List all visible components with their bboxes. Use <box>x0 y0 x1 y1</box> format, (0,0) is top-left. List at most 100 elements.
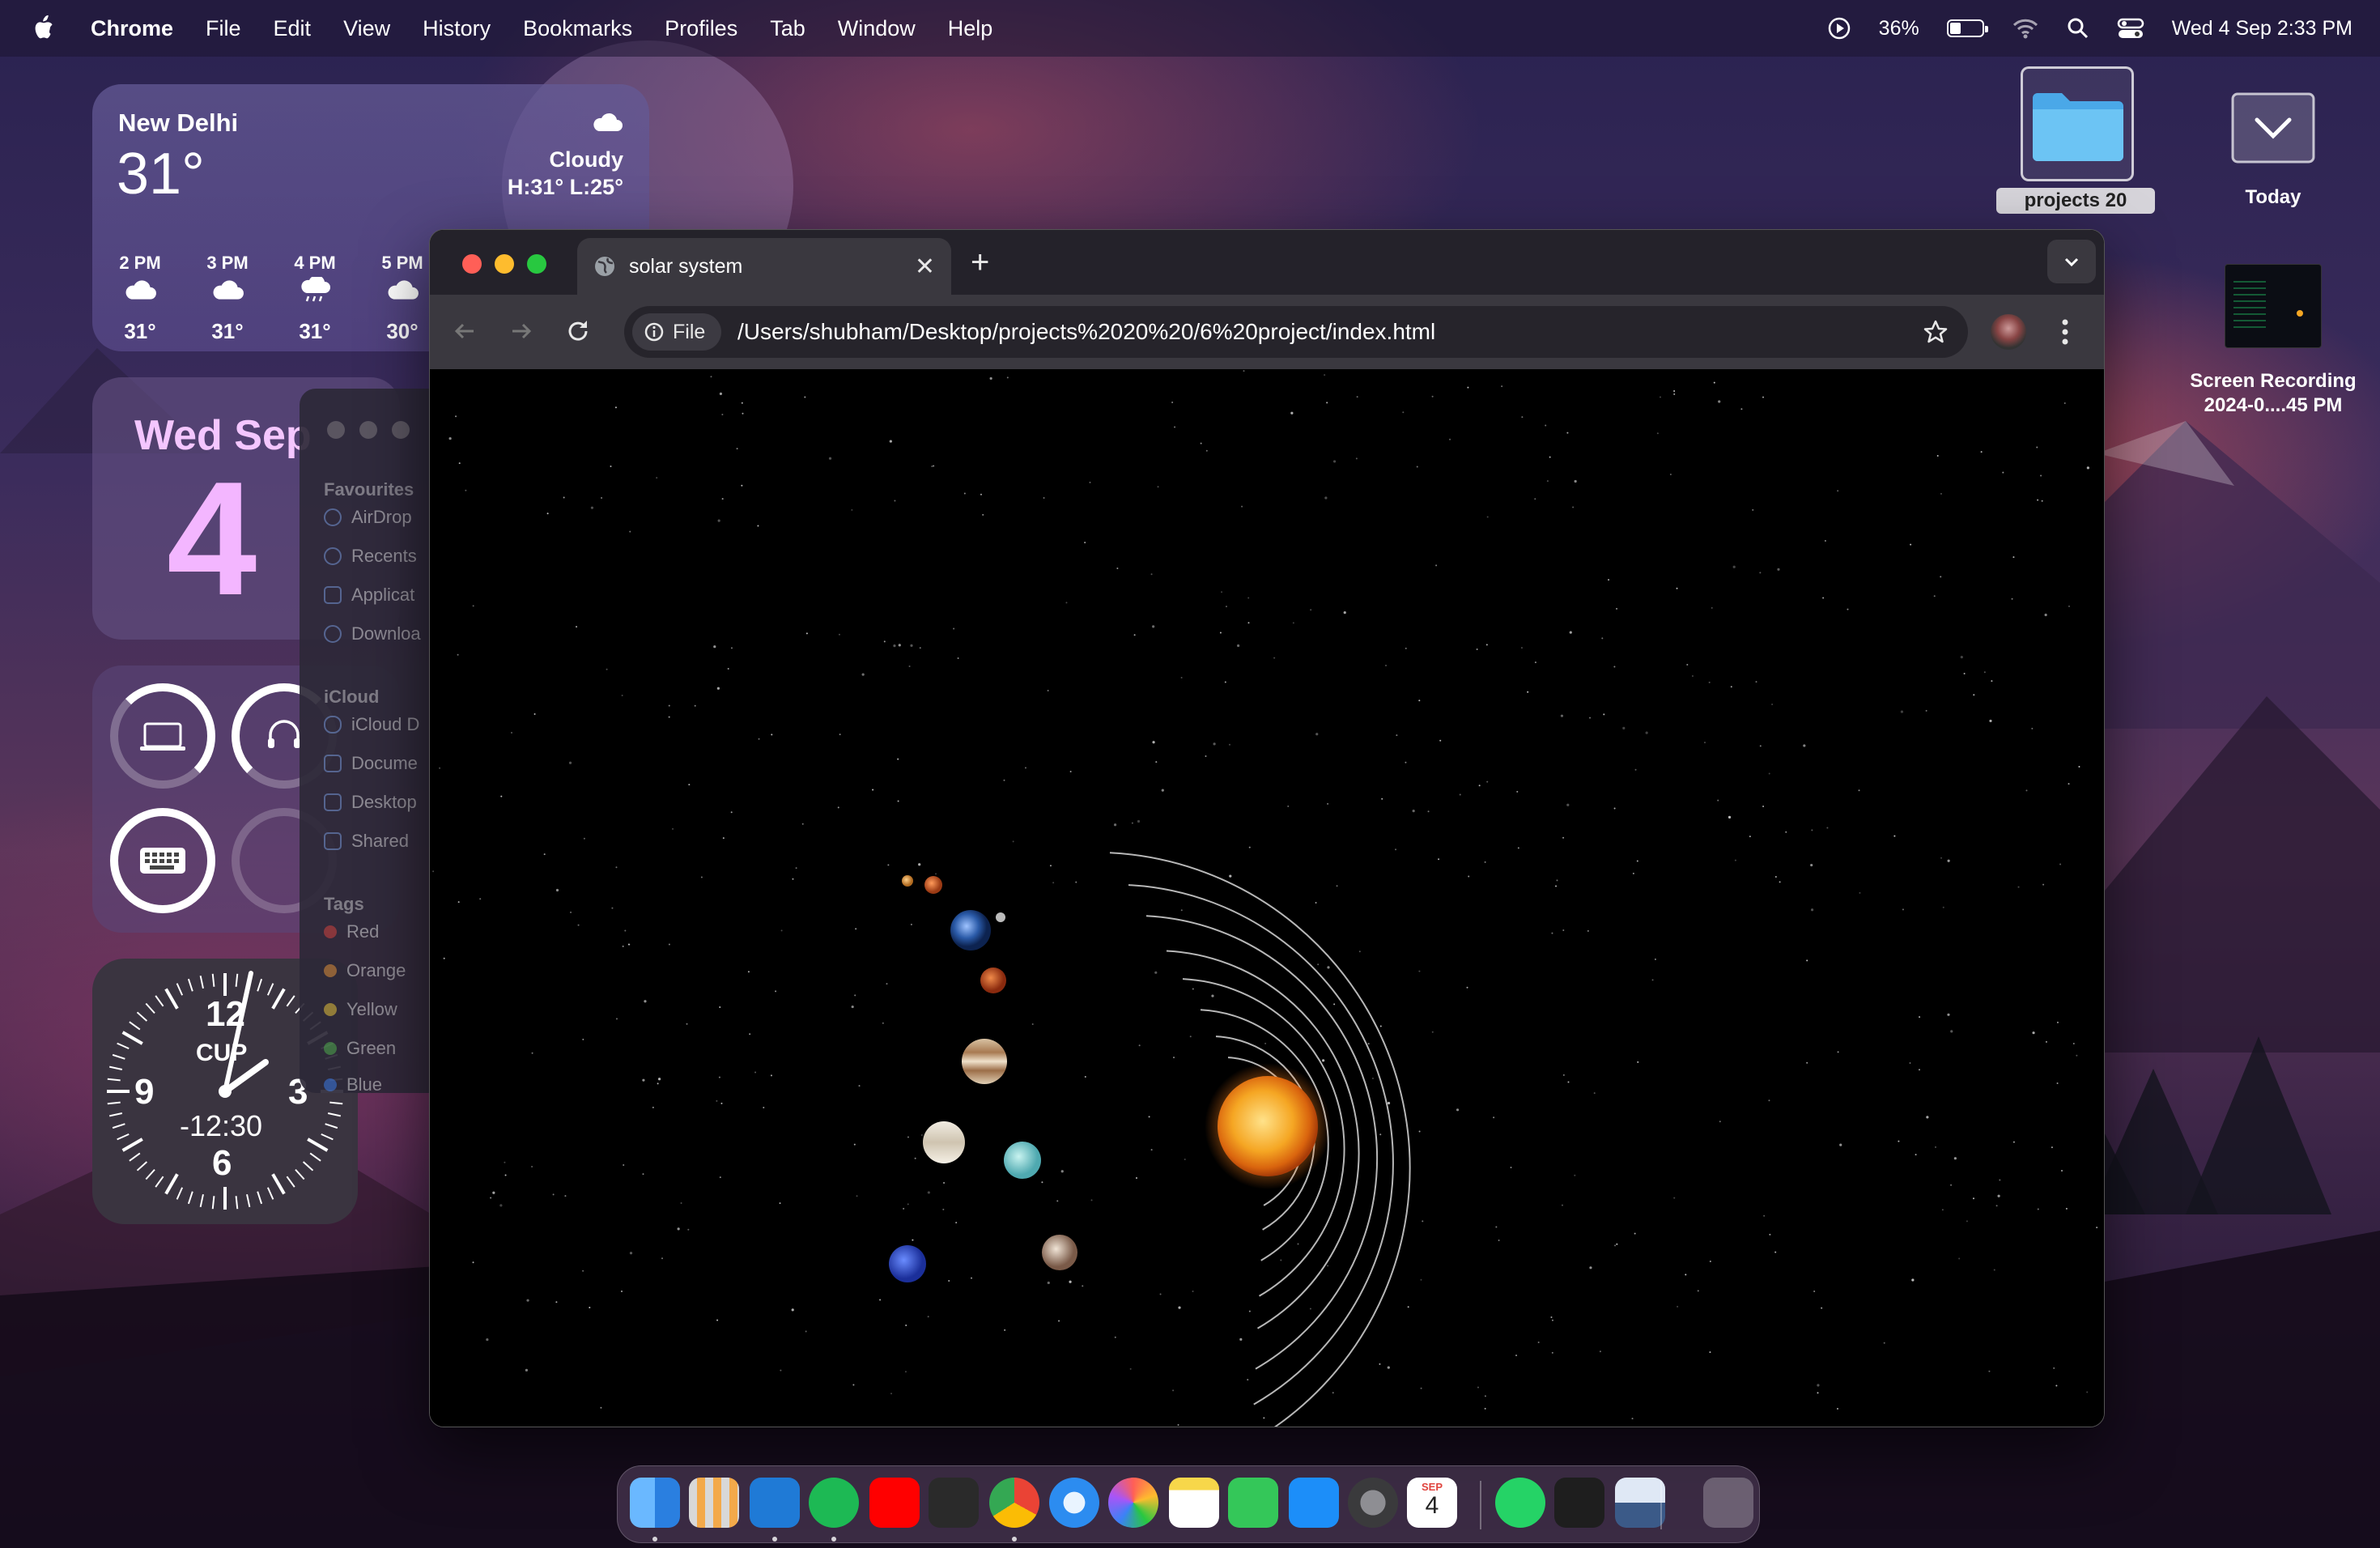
dock-app-finder[interactable] <box>630 1478 680 1528</box>
star <box>525 1368 529 1372</box>
play-status-icon[interactable] <box>1827 16 1851 40</box>
dock-app-youtube[interactable] <box>869 1478 920 1528</box>
star <box>465 489 467 491</box>
screen-recording-thumbnail[interactable] <box>2225 264 2322 348</box>
dock-app-calendar[interactable]: SEP 4 <box>1407 1478 1457 1528</box>
star <box>1983 671 1986 674</box>
chrome-window[interactable]: solar system ✕ + File /Users/shubham/Des… <box>429 229 2105 1427</box>
forward-arrow-icon[interactable] <box>508 317 535 345</box>
dock-app-mercury[interactable] <box>1553 1478 1604 1528</box>
site-info-chip[interactable]: File <box>632 313 721 351</box>
finder-window[interactable]: Favourites AirDrop Recents Applicat Down… <box>300 389 445 1093</box>
url-text[interactable]: /Users/shubham/Desktop/projects%2020%20/… <box>737 319 1435 345</box>
dock-app-spotify[interactable] <box>809 1478 860 1528</box>
star <box>1589 1266 1592 1269</box>
menu-window[interactable]: Window <box>838 16 916 41</box>
dock-app-trash[interactable] <box>1702 1478 1753 1528</box>
menu-file[interactable]: File <box>206 16 241 41</box>
folder-label[interactable]: projects 20 <box>1996 188 2155 214</box>
star <box>1486 516 1489 518</box>
finder-item-icloud-drive[interactable]: iCloud D <box>324 714 419 735</box>
minimize-window-button[interactable] <box>495 254 514 274</box>
address-bar[interactable]: File /Users/shubham/Desktop/projects%202… <box>624 306 1968 358</box>
finder-item-applications[interactable]: Applicat <box>324 585 414 606</box>
menu-clock[interactable]: Wed 4 Sep 2:33 PM <box>2172 17 2352 40</box>
finder-tag-yellow[interactable]: Yellow <box>324 999 397 1020</box>
cloud-icon <box>125 280 156 300</box>
star <box>851 1005 854 1009</box>
control-center-icon[interactable] <box>2117 17 2144 40</box>
menu-help[interactable]: Help <box>948 16 993 41</box>
more-options-icon[interactable] <box>2057 314 2073 350</box>
page-viewport[interactable] <box>430 369 2104 1427</box>
battery-icon[interactable] <box>1946 19 1988 37</box>
star <box>1521 416 1524 419</box>
close-tab-icon[interactable]: ✕ <box>915 253 935 281</box>
profile-avatar[interactable] <box>1991 314 2026 350</box>
finder-tag-orange[interactable]: Orange <box>324 960 406 981</box>
star <box>1148 1116 1150 1118</box>
spotlight-search-icon[interactable] <box>2067 17 2089 40</box>
star <box>719 1176 721 1179</box>
finder-tag-blue[interactable]: Blue <box>324 1077 382 1093</box>
folder-selection-box[interactable] <box>2021 66 2134 181</box>
zoom-window-button[interactable] <box>527 254 546 274</box>
dock-app-keyboard[interactable] <box>929 1478 980 1528</box>
wifi-icon[interactable] <box>2012 17 2039 40</box>
dock-app-preview[interactable] <box>1614 1478 1665 1528</box>
star <box>448 436 452 440</box>
star <box>1180 909 1183 912</box>
menu-edit[interactable]: Edit <box>274 16 312 41</box>
dock-app-notes[interactable] <box>1168 1478 1219 1528</box>
bookmark-star-icon[interactable] <box>1923 319 1949 345</box>
dock-app-google-chrome[interactable] <box>989 1478 1040 1528</box>
finder-item-airdrop[interactable]: AirDrop <box>324 507 412 528</box>
red-tag-dot <box>324 925 337 938</box>
finder-item-downloads[interactable]: Downloa <box>324 623 421 644</box>
star <box>1241 505 1243 508</box>
dock-app-app-store[interactable] <box>1288 1478 1339 1528</box>
tab-strip: solar system ✕ + <box>430 230 2104 295</box>
menu-history[interactable]: History <box>423 16 491 41</box>
dock-app-system-settings[interactable] <box>1347 1478 1398 1528</box>
star <box>1645 731 1648 734</box>
new-tab-button[interactable]: + <box>971 245 989 281</box>
finder-tag-green[interactable]: Green <box>324 1038 396 1059</box>
dock-app-visual-studio-code[interactable] <box>750 1478 801 1528</box>
today-stack[interactable] <box>2225 87 2322 168</box>
globe-icon <box>595 257 614 276</box>
finder-tag-red[interactable]: Red <box>324 921 379 942</box>
finder-item-recents[interactable]: Recents <box>324 546 417 567</box>
close-window-button[interactable] <box>462 254 482 274</box>
clock-tick <box>246 1193 251 1208</box>
menu-bookmarks[interactable]: Bookmarks <box>523 16 632 41</box>
dock-app-photos[interactable] <box>1107 1478 1158 1528</box>
star <box>1972 1197 1974 1200</box>
apple-logo-icon[interactable] <box>31 13 58 44</box>
menu-profiles[interactable]: Profiles <box>665 16 737 41</box>
dock-app-safari[interactable] <box>1048 1478 1099 1528</box>
star <box>721 414 724 416</box>
star <box>1420 1387 1422 1389</box>
finder-item-desktop[interactable]: Desktop <box>324 792 417 813</box>
star <box>1058 1320 1060 1322</box>
tab-solar-system[interactable]: solar system ✕ <box>577 238 951 295</box>
star <box>552 1193 555 1196</box>
dock-app-facetime[interactable] <box>1227 1478 1278 1528</box>
star <box>1292 622 1294 624</box>
finder-item-shared[interactable]: Shared <box>324 831 409 852</box>
menu-app-name[interactable]: Chrome <box>91 16 173 41</box>
dock-app-launchpad[interactable] <box>689 1478 740 1528</box>
star <box>1418 1130 1421 1133</box>
star <box>642 1078 645 1082</box>
finder-item-documents[interactable]: Docume <box>324 753 418 774</box>
star <box>889 440 892 443</box>
back-arrow-icon[interactable] <box>451 317 478 345</box>
menu-view[interactable]: View <box>343 16 390 41</box>
menu-tab[interactable]: Tab <box>770 16 805 41</box>
reload-icon[interactable] <box>564 317 592 345</box>
star <box>1427 810 1430 813</box>
tab-search-button[interactable] <box>2047 240 2096 283</box>
star <box>1763 1214 1766 1217</box>
dock-app-whatsapp[interactable] <box>1494 1478 1545 1528</box>
